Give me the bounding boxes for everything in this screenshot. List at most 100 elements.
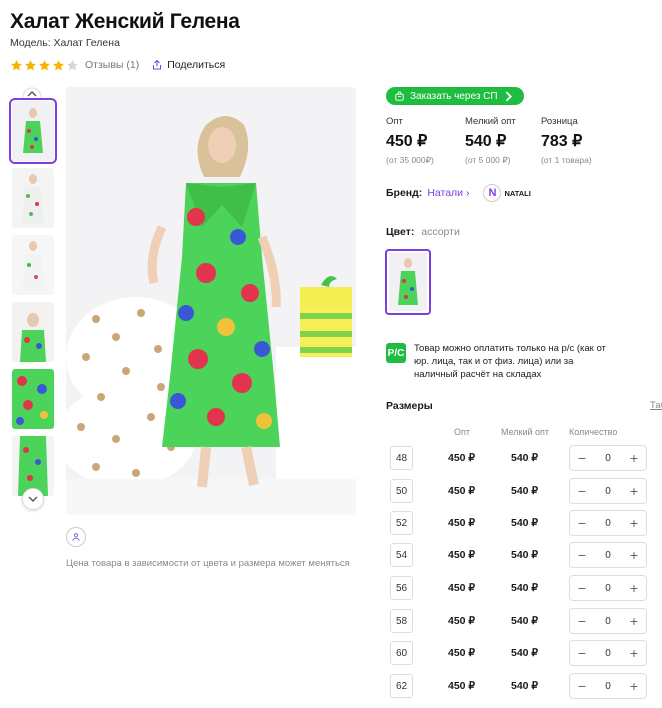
chevron-down-icon [28, 496, 38, 502]
sizes-title: Размеры [386, 400, 433, 412]
quantity-value[interactable]: 0 [605, 486, 611, 497]
thumbnail-1[interactable] [9, 98, 57, 164]
rating-stars [10, 59, 79, 72]
brand-link[interactable]: Натали › [427, 187, 469, 199]
quantity-value[interactable]: 0 [605, 550, 611, 561]
table-row: 60 450 ₽ 540 ₽ − 0 + [386, 640, 662, 667]
share-icon [153, 59, 162, 70]
increment-button[interactable]: + [628, 614, 640, 628]
increment-button[interactable]: + [628, 548, 640, 562]
product-title: Халат Женский Гелена [10, 10, 240, 33]
quantity-value[interactable]: 0 [605, 648, 611, 659]
size-label: 58 [390, 609, 413, 633]
size-label: 48 [390, 446, 413, 470]
star-icon [25, 59, 36, 70]
price-label: Мелкий опт [465, 116, 516, 127]
color-label: Цвет: [386, 226, 415, 238]
table-row: 48 450 ₽ 540 ₽ − 0 + [386, 445, 662, 472]
price-condition: (от 1 товара) [541, 155, 592, 165]
thumbnail-3[interactable] [12, 235, 54, 295]
reviews-link[interactable]: Отзывы (1) [85, 59, 139, 71]
payment-note-text: Товар можно оплатить только на р/с (как … [414, 343, 606, 380]
increment-button[interactable]: + [628, 484, 640, 498]
main-product-image[interactable] [66, 87, 356, 515]
thumbnail-2[interactable] [12, 168, 54, 228]
quantity-stepper: − 0 + [569, 608, 647, 634]
price-value: 540 ₽ [465, 133, 507, 150]
size-label: 52 [390, 511, 413, 535]
table-row: 56 450 ₽ 540 ₽ − 0 + [386, 575, 662, 602]
increment-button[interactable]: + [628, 451, 640, 465]
column-header-opt: Опт [454, 427, 470, 437]
column-header-quantity: Количество [569, 427, 618, 437]
brand-logo-icon: N [483, 184, 502, 202]
opt-price: 450 ₽ [448, 680, 476, 692]
thumbnail-5[interactable] [12, 369, 54, 429]
color-value: ассорти [421, 226, 460, 238]
size-label: 60 [390, 641, 413, 665]
quantity-value[interactable]: 0 [605, 453, 611, 464]
price-value: 783 ₽ [541, 133, 583, 150]
star-icon [11, 59, 22, 70]
quantity-value[interactable]: 0 [605, 681, 611, 692]
quantity-value[interactable]: 0 [605, 583, 611, 594]
decrement-button[interactable]: − [576, 516, 588, 530]
quantity-stepper: − 0 + [569, 478, 647, 504]
quantity-stepper: − 0 + [569, 542, 647, 568]
bag-icon [395, 91, 404, 101]
brand-name: Натали [427, 187, 464, 199]
color-row: Цвет: ассорти [386, 226, 460, 238]
quantity-stepper: − 0 + [569, 640, 647, 666]
decrement-button[interactable]: − [576, 646, 588, 660]
thumbnail-4[interactable] [12, 302, 54, 362]
decrement-button[interactable]: − [576, 679, 588, 693]
increment-button[interactable]: + [628, 646, 640, 660]
table-row: 50 450 ₽ 540 ₽ − 0 + [386, 478, 662, 505]
opt-price: 450 ₽ [448, 582, 476, 594]
decrement-button[interactable]: − [576, 548, 588, 562]
quantity-value[interactable]: 0 [605, 518, 611, 529]
small-opt-price: 540 ₽ [511, 582, 539, 594]
size-label: 54 [390, 543, 413, 567]
thumbnails-next-button[interactable] [22, 488, 44, 510]
order-sp-button[interactable]: Заказать через СП [386, 87, 524, 105]
chevron-up-icon[interactable] [22, 87, 42, 99]
opt-price: 450 ₽ [448, 615, 476, 627]
size-label: 50 [390, 479, 413, 503]
opt-price: 450 ₽ [448, 647, 476, 659]
small-opt-price: 540 ₽ [511, 680, 539, 692]
quantity-stepper: − 0 + [569, 445, 647, 471]
price-label: Розница [541, 116, 578, 127]
decrement-button[interactable]: − [576, 451, 588, 465]
size-table-link[interactable]: Таб [650, 400, 662, 411]
thumbnail-6[interactable] [12, 436, 54, 496]
opt-price: 450 ₽ [448, 485, 476, 497]
share-label: Поделиться [167, 59, 226, 71]
decrement-button[interactable]: − [576, 581, 588, 595]
star-icon [39, 59, 50, 70]
increment-button[interactable]: + [628, 516, 640, 530]
opt-price: 450 ₽ [448, 549, 476, 561]
order-sp-label: Заказать через СП [410, 90, 498, 102]
model-params-button[interactable] [66, 527, 86, 547]
decrement-button[interactable]: − [576, 614, 588, 628]
product-model: Модель: Халат Гелена [10, 37, 120, 49]
table-row: 52 450 ₽ 540 ₽ − 0 + [386, 510, 662, 537]
small-opt-price: 540 ₽ [511, 647, 539, 659]
column-header-small-opt: Мелкий опт [501, 427, 550, 437]
person-icon [72, 533, 80, 541]
quantity-value[interactable]: 0 [605, 616, 611, 627]
share-button[interactable]: Поделиться [151, 59, 225, 71]
increment-button[interactable]: + [628, 679, 640, 693]
opt-price: 450 ₽ [448, 452, 476, 464]
table-row: 54 450 ₽ 540 ₽ − 0 + [386, 542, 662, 569]
brand-logo[interactable]: N NATALI [483, 184, 531, 202]
star-empty-icon [67, 59, 78, 70]
decrement-button[interactable]: − [576, 484, 588, 498]
price-opt: Опт 450 ₽ (от 35 000₽) [386, 116, 434, 166]
price-note: Цена товара в зависимости от цвета и раз… [66, 558, 350, 569]
brand-row: Бренд: Натали › N NATALI [386, 184, 531, 202]
color-swatch-assorti[interactable] [385, 249, 431, 315]
increment-button[interactable]: + [628, 581, 640, 595]
small-opt-price: 540 ₽ [511, 485, 539, 497]
